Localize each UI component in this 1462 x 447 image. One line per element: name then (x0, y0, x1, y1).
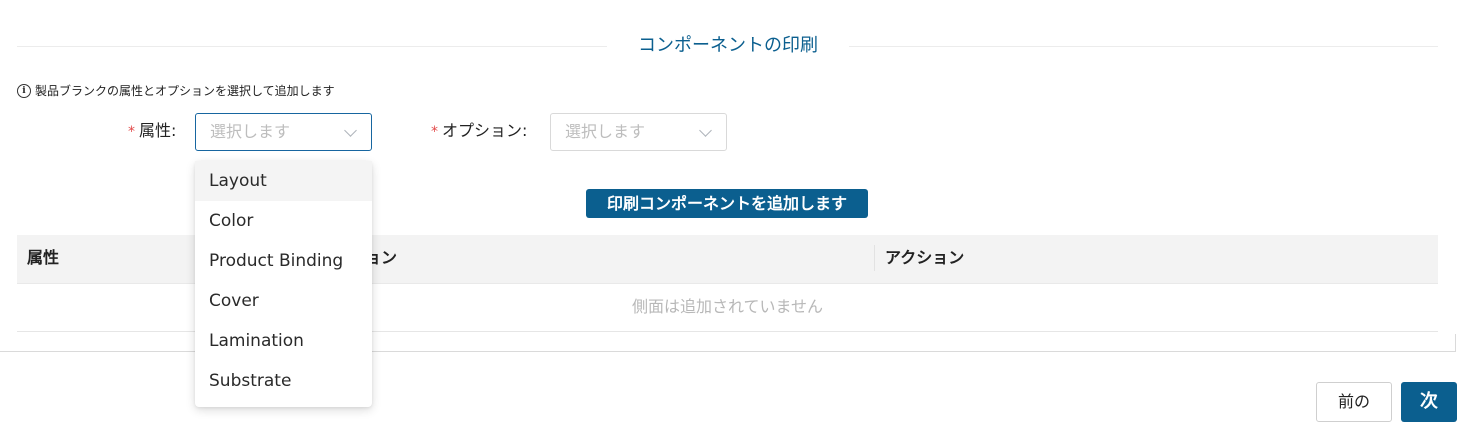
required-marker: * (431, 124, 438, 140)
attribute-label: * 属性: (128, 121, 177, 140)
column-separator (874, 245, 875, 271)
attribute-select-placeholder: 選択します (210, 122, 291, 141)
column-header-attribute: 属性 (27, 248, 60, 267)
column-header-action: アクション (885, 248, 965, 267)
previous-button[interactable]: 前の (1316, 382, 1392, 422)
hint-text-row: i 製品ブランクの属性とオプションを選択して追加します (17, 82, 335, 100)
attribute-select[interactable]: 選択します (195, 113, 372, 151)
section-title: コンポーネントの印刷 (616, 33, 840, 59)
dropdown-options-list: Layout Color Product Binding Cover Laminatio… (195, 161, 372, 401)
dropdown-option-product-binding[interactable]: Product Binding (195, 241, 372, 281)
chevron-down-icon (344, 124, 357, 137)
option-label: * オプション: (431, 121, 528, 140)
footer-divider-edge (1455, 334, 1456, 352)
dropdown-option-color[interactable]: Color (195, 201, 372, 241)
dropdown-option-lamination[interactable]: Lamination (195, 321, 372, 361)
dropdown-option-cover[interactable]: Cover (195, 281, 372, 321)
required-marker: * (128, 124, 135, 140)
next-button[interactable]: 次 (1401, 382, 1457, 422)
add-print-component-button[interactable]: 印刷コンポーネントを追加します (586, 189, 868, 218)
option-select[interactable]: 選択します (550, 113, 727, 151)
section-divider-right (849, 46, 1438, 47)
option-select-placeholder: 選択します (565, 122, 646, 141)
dropdown-option-layout[interactable]: Layout (195, 161, 372, 201)
hint-text: 製品ブランクの属性とオプションを選択して追加します (35, 84, 335, 98)
info-icon: i (17, 84, 31, 98)
attribute-dropdown-menu: Layout Color Product Binding Cover Laminatio… (195, 161, 372, 407)
chevron-down-icon (699, 124, 712, 137)
dropdown-option-substrate[interactable]: Substrate (195, 361, 372, 401)
section-divider-left (17, 46, 607, 47)
